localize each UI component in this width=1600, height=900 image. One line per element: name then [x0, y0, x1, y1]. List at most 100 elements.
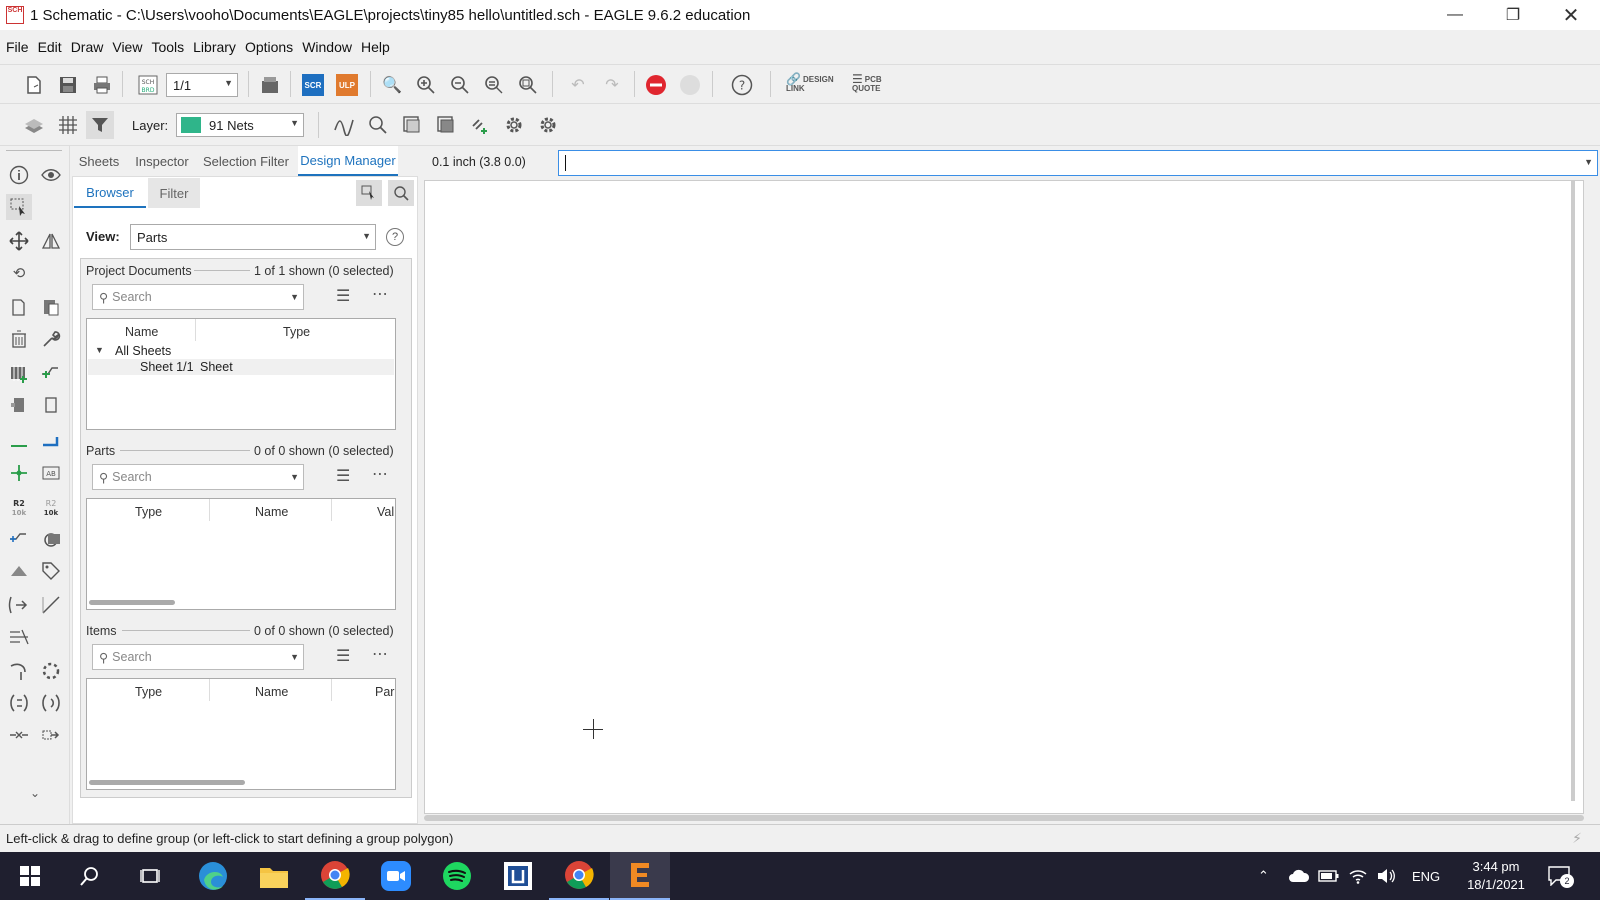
close-button[interactable]: ✕ [1542, 0, 1600, 30]
zoom-redraw-icon[interactable] [482, 73, 506, 97]
ulp-run-button[interactable]: ULP [336, 74, 358, 96]
help-icon[interactable]: ? [386, 228, 404, 246]
line-icon[interactable] [38, 592, 64, 618]
replace-icon[interactable] [6, 392, 32, 418]
gateswap-arrow-icon[interactable] [6, 592, 32, 618]
info-icon[interactable] [6, 162, 32, 188]
layer-select[interactable]: 91 Nets ▼ [176, 113, 304, 137]
show-eye-icon[interactable] [38, 162, 64, 188]
show-objects-icon[interactable] [366, 113, 390, 137]
smash-icon[interactable] [6, 558, 32, 584]
scr-script-button[interactable]: SCR [302, 74, 324, 96]
maximize-button[interactable]: ❐ [1484, 0, 1542, 30]
label-icon[interactable]: AB [38, 460, 64, 486]
zoom-in-icon[interactable] [414, 73, 438, 97]
notifications-icon[interactable]: 2 [1548, 852, 1574, 900]
menu-tools[interactable]: Tools [151, 39, 184, 55]
menu-help[interactable]: Help [361, 39, 390, 55]
menu-draw[interactable]: Draw [71, 39, 104, 55]
expand-triangle-icon[interactable]: ▼ [95, 345, 104, 355]
column-header-value[interactable]: Val [377, 505, 394, 519]
eagle-app-icon[interactable] [610, 852, 670, 900]
column-header-name[interactable]: Name [125, 325, 158, 339]
add-part-icon[interactable] [6, 360, 32, 386]
more-options-icon[interactable]: ⋯ [372, 464, 388, 484]
gate-swap-icon[interactable] [38, 392, 64, 418]
invoke-icon[interactable] [38, 526, 64, 552]
bus-icon[interactable] [38, 428, 64, 454]
menu-file[interactable]: File [6, 39, 29, 55]
pcb-quote-button[interactable]: ☰ PCB QUOTE [852, 73, 904, 95]
add-link-icon[interactable] [468, 113, 492, 137]
subtab-filter[interactable]: Filter [148, 178, 200, 208]
move-ratsnest-icon[interactable] [6, 690, 32, 716]
column-header-type[interactable]: Type [283, 325, 310, 339]
zoom-selected-button[interactable] [388, 180, 414, 206]
attribute-tag-icon[interactable] [38, 558, 64, 584]
sch-brd-switch-icon[interactable]: SCH BRD [136, 73, 160, 97]
command-line-input[interactable]: ▼ [558, 150, 1598, 176]
filter-icon[interactable] [86, 111, 114, 139]
tree-group-all-sheets[interactable]: All Sheets [115, 344, 171, 358]
settings-gear-icon[interactable] [536, 113, 560, 137]
windows-start-icon[interactable] [0, 852, 60, 900]
app-window-icon[interactable] [488, 852, 548, 900]
onedrive-cloud-icon[interactable] [1288, 852, 1310, 900]
parts-search[interactable]: ⚲ Search ▼ [92, 464, 304, 490]
chrome-browser-icon[interactable] [305, 852, 365, 900]
miter-icon[interactable] [38, 658, 64, 684]
horizontal-scrollbar[interactable] [89, 600, 175, 605]
table-row[interactable]: Sheet 1/1 Sheet [88, 359, 394, 375]
print-icon[interactable] [90, 73, 114, 97]
minimize-button[interactable]: — [1426, 0, 1484, 30]
menu-options[interactable]: Options [245, 39, 293, 55]
optimize-icon[interactable] [6, 624, 32, 650]
layer-settings-icon[interactable] [22, 113, 46, 137]
redo-icon[interactable]: ↷ [600, 73, 624, 97]
language-indicator[interactable]: ENG [1412, 852, 1440, 900]
delete-trash-icon[interactable] [6, 326, 32, 352]
route-icon[interactable] [38, 690, 64, 716]
go-icon[interactable] [678, 73, 702, 97]
project-documents-search[interactable]: ⚲ Search ▼ [92, 284, 304, 310]
wrench-icon[interactable] [38, 326, 64, 352]
add-pin-icon[interactable] [38, 360, 64, 386]
name-icon[interactable]: R2 10k [6, 494, 32, 520]
volume-icon[interactable] [1376, 852, 1396, 900]
menu-library[interactable]: Library [193, 39, 236, 55]
column-header-type[interactable]: Type [135, 685, 162, 699]
wire-style-icon[interactable] [332, 113, 356, 137]
mirror-icon[interactable] [38, 228, 64, 254]
layer-toggle-icon[interactable] [400, 113, 424, 137]
sheet-select[interactable]: 1/1 ▼ [166, 73, 238, 97]
search-icon[interactable] [60, 852, 120, 900]
column-header-name[interactable]: Name [255, 685, 288, 699]
help-icon[interactable]: ? [730, 73, 754, 97]
chrome-browser-icon[interactable] [549, 852, 609, 900]
select-pointer-button[interactable] [356, 180, 382, 206]
split-icon[interactable] [6, 658, 32, 684]
zoom-select-icon[interactable] [516, 73, 540, 97]
menu-view[interactable]: View [112, 39, 142, 55]
more-options-icon[interactable]: ⋯ [372, 644, 388, 664]
grid-icon[interactable] [56, 113, 80, 137]
settings-gear-icon[interactable] [502, 113, 526, 137]
vertical-scrollbar[interactable] [1571, 181, 1575, 801]
paste-icon[interactable] [38, 294, 64, 320]
chevron-down-icon[interactable]: ▼ [1584, 157, 1593, 167]
move-icon[interactable] [6, 228, 32, 254]
items-search[interactable]: ⚲ Search ▼ [92, 644, 304, 670]
schematic-canvas[interactable] [424, 180, 1584, 814]
tab-inspector[interactable]: Inspector [130, 146, 194, 176]
stop-icon[interactable] [644, 73, 668, 97]
layer-display-icon[interactable] [434, 113, 458, 137]
menu-edit[interactable]: Edit [38, 39, 62, 55]
column-header-type[interactable]: Type [135, 505, 162, 519]
more-options-icon[interactable]: ⋯ [372, 284, 388, 304]
design-link-button[interactable]: 🔗 DESIGN LINK [786, 73, 838, 95]
horizontal-scrollbar[interactable] [89, 780, 245, 785]
group-select-icon[interactable] [6, 194, 32, 220]
wifi-icon[interactable] [1348, 852, 1368, 900]
file-explorer-icon[interactable] [244, 852, 304, 900]
task-view-icon[interactable] [120, 852, 180, 900]
